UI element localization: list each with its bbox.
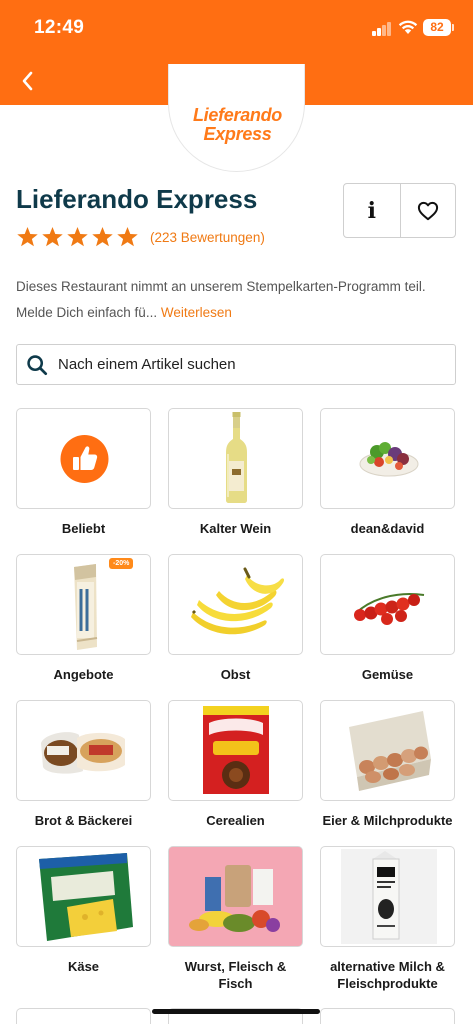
egg-carton-icon	[349, 711, 431, 791]
battery-level: 82	[423, 19, 451, 36]
category-image	[16, 408, 151, 509]
bread-icon	[41, 732, 125, 774]
category-image	[168, 700, 303, 801]
oat-milk-carton-icon	[341, 849, 437, 944]
category-gemuese[interactable]: Gemüse	[320, 554, 455, 700]
category-label: Eier & Milchprodukte	[322, 813, 453, 828]
category-image	[320, 554, 455, 655]
salad-bowl-icon	[359, 442, 419, 477]
restaurant-description: Dieses Restaurant nimmt an unserem Stemp…	[16, 279, 426, 320]
category-label: Angebote	[53, 667, 114, 682]
cheese-pack-icon	[39, 853, 133, 941]
search-bar[interactable]	[16, 344, 456, 385]
star-icon	[42, 226, 63, 247]
next-row-tile	[16, 1008, 151, 1024]
rating-stars	[16, 226, 139, 248]
category-kalter-wein[interactable]: Kalter Wein	[168, 408, 303, 554]
read-more-link[interactable]: Weiterlesen	[161, 305, 232, 320]
category-beliebt[interactable]: Beliebt	[16, 408, 151, 554]
info-button[interactable]: i	[344, 184, 400, 237]
category-image: -20%	[16, 554, 151, 655]
reviews-link[interactable]: (223 Bewertungen)	[150, 230, 265, 245]
offer-product-icon	[74, 564, 98, 650]
restaurant-logo: Lieferando Express	[168, 64, 305, 172]
category-label: dean&david	[350, 521, 425, 536]
category-cerealien[interactable]: Cerealien	[168, 700, 303, 846]
category-image	[168, 554, 303, 655]
category-label: Brot & Bäckerei	[34, 813, 133, 828]
restaurant-actions: i	[343, 183, 456, 238]
back-button[interactable]	[16, 68, 38, 94]
category-label: Gemüse	[361, 667, 414, 682]
category-alternative-milch[interactable]: alternative Milch & Fleischprodukte	[320, 846, 455, 992]
thumbs-up-icon	[60, 435, 109, 483]
category-image	[320, 846, 455, 947]
category-image	[16, 846, 151, 947]
star-icon	[17, 226, 38, 247]
search-icon	[27, 354, 48, 375]
next-row-tile	[320, 1008, 455, 1024]
category-kaese[interactable]: Käse	[16, 846, 151, 992]
star-icon	[117, 226, 138, 247]
category-angebote[interactable]: -20% Angebote	[16, 554, 151, 700]
category-label: Kalter Wein	[199, 521, 272, 536]
wine-bottle-icon	[226, 412, 247, 503]
category-brot-baeckerei[interactable]: Brot & Bäckerei	[16, 700, 151, 846]
tomato-icon	[354, 593, 425, 625]
category-label: Wurst, Fleisch & Fisch	[184, 959, 287, 991]
category-label: alternative Milch & Fleischprodukte	[330, 959, 445, 991]
cereal-box-icon	[203, 706, 269, 794]
category-wurst-fleisch-fisch[interactable]: Wurst, Fleisch & Fisch	[168, 846, 303, 992]
info-icon: i	[367, 197, 376, 224]
status-time: 12:49	[34, 17, 85, 38]
category-label: Cerealien	[206, 813, 265, 828]
category-label: Beliebt	[61, 521, 106, 536]
battery-tip	[452, 24, 454, 31]
groceries-icon	[169, 847, 302, 946]
favorite-button[interactable]	[399, 184, 456, 237]
category-obst[interactable]: Obst	[168, 554, 303, 700]
category-image	[168, 846, 303, 947]
home-indicator	[152, 1009, 320, 1014]
category-dean-david[interactable]: dean&david	[320, 408, 455, 554]
category-image	[320, 408, 455, 509]
category-image	[320, 700, 455, 801]
heart-icon	[417, 201, 438, 220]
discount-badge: -20%	[109, 558, 134, 569]
search-input[interactable]	[58, 356, 438, 373]
category-label: Käse	[67, 959, 100, 974]
category-label: Obst	[220, 667, 251, 682]
star-icon	[92, 226, 113, 247]
category-image	[168, 408, 303, 509]
cellular-signal-icon	[372, 22, 392, 36]
category-eier-milchprodukte[interactable]: Eier & Milchprodukte	[320, 700, 455, 846]
chevron-left-icon	[22, 71, 33, 91]
wifi-icon	[398, 20, 418, 34]
category-grid: Beliebt Kalter Wein dean&david -20% Ange…	[16, 408, 456, 992]
banana-icon	[191, 567, 285, 635]
category-image	[16, 700, 151, 801]
star-icon	[67, 226, 88, 247]
restaurant-name: Lieferando Express	[16, 184, 258, 214]
